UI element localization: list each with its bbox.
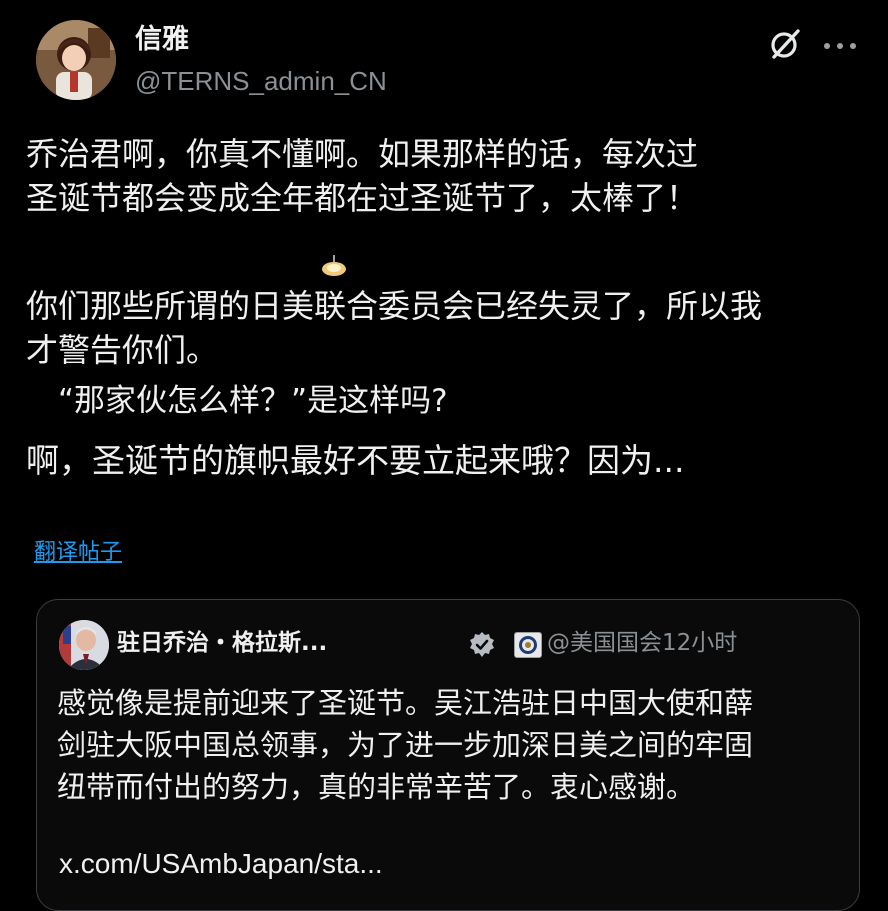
post-author-avatar[interactable] <box>36 20 116 100</box>
quote-avatar-image <box>59 620 109 670</box>
post-handle[interactable]: @TERNS_admin_CN <box>135 64 387 98</box>
avatar-image <box>36 20 116 100</box>
post-paragraph-3: “那家伙怎么样？”是这样吗? <box>58 383 448 419</box>
quoted-post-card[interactable]: 驻日乔治・格拉斯... @美国国会12小时 感觉像是提前迎来了圣诞节。吴江浩驻日… <box>36 599 860 911</box>
grok-slash-circle-icon[interactable] <box>767 26 803 62</box>
post-text: 乔治君啊，你真不懂啊。如果那样的话，每次过 圣诞节都会变成全年都在过圣诞节了，太… <box>26 132 856 220</box>
post-paragraph-1: 乔治君啊，你真不懂啊。如果那样的话，每次过 圣诞节都会变成全年都在过圣诞节了，太… <box>26 135 699 217</box>
verified-badge-icon <box>467 630 497 660</box>
quote-text: 感觉像是提前迎来了圣诞节。吴江浩驻日中国大使和薛 剑驻大阪中国总领事，为了进一步… <box>57 686 754 804</box>
government-seal-icon <box>514 632 542 658</box>
quote-author-avatar[interactable] <box>59 620 109 670</box>
candle-icon <box>318 253 350 279</box>
quote-author-name[interactable]: 驻日乔治・格拉斯... <box>117 626 327 660</box>
post-paragraph-4: 啊，圣诞节的旗帜最好不要立起来哦？因为... <box>26 441 685 480</box>
quote-link[interactable]: x.com/USAmbJapan/sta... <box>59 844 383 884</box>
post-paragraph-2: 你们那些所谓的日美联合委员会已经失灵了，所以我 才警告你们。 <box>26 287 763 369</box>
translate-post-link[interactable]: 翻译帖子 <box>34 538 122 568</box>
more-dots-icon[interactable] <box>822 36 858 49</box>
post-display-name[interactable]: 信雅 <box>135 22 189 58</box>
quote-meta: @美国国会12小时 <box>547 630 738 656</box>
